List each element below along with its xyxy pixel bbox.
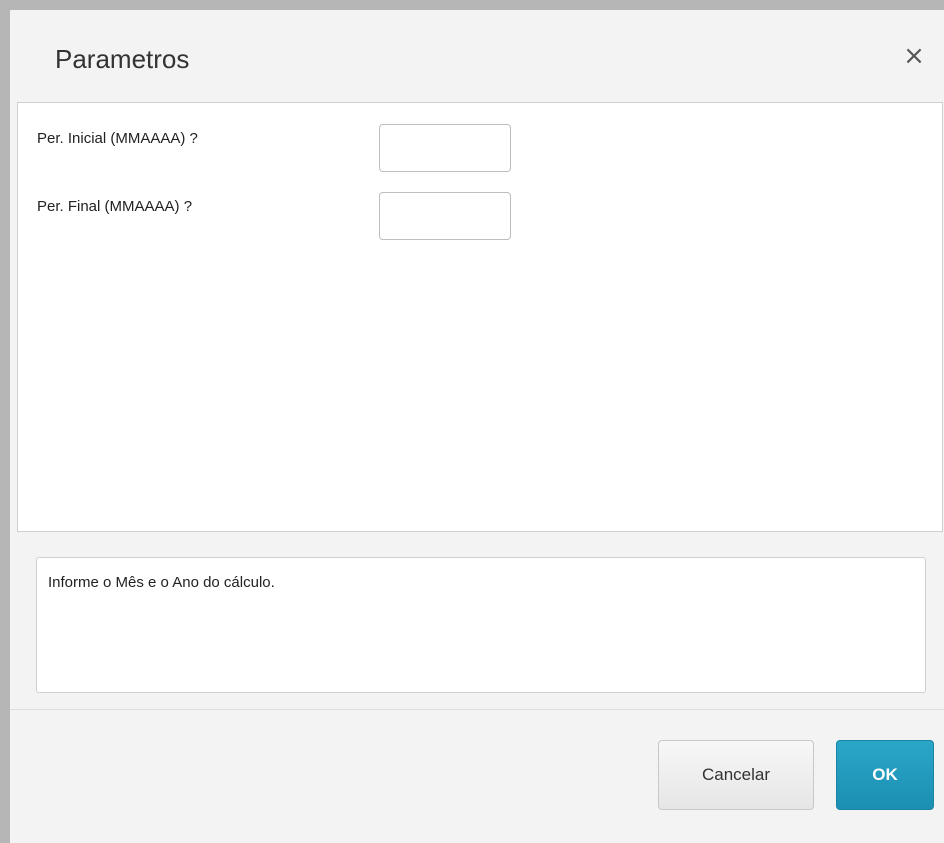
footer-divider: [10, 709, 944, 710]
parameters-panel: Per. Inicial (MMAAAA) ? Per. Final (MMAA…: [17, 102, 943, 532]
cancel-button[interactable]: Cancelar: [658, 740, 814, 810]
final-period-label: Per. Final (MMAAAA) ?: [37, 198, 193, 215]
parameters-dialog: Parametros × Per. Inicial (MMAAAA) ? Per…: [10, 10, 944, 843]
initial-period-input[interactable]: [379, 124, 511, 172]
initial-period-label: Per. Inicial (MMAAAA) ?: [37, 130, 198, 147]
close-icon[interactable]: ×: [900, 42, 928, 70]
window-frame: Parametros × Per. Inicial (MMAAAA) ? Per…: [0, 0, 944, 843]
window-left-border: [0, 0, 10, 843]
ok-button[interactable]: OK: [836, 740, 934, 810]
window-top-border: [0, 0, 944, 10]
help-text: Informe o Mês e o Ano do cálculo.: [48, 574, 275, 591]
help-box: Informe o Mês e o Ano do cálculo.: [36, 557, 926, 693]
final-period-input[interactable]: [379, 192, 511, 240]
dialog-title: Parametros: [55, 44, 190, 74]
